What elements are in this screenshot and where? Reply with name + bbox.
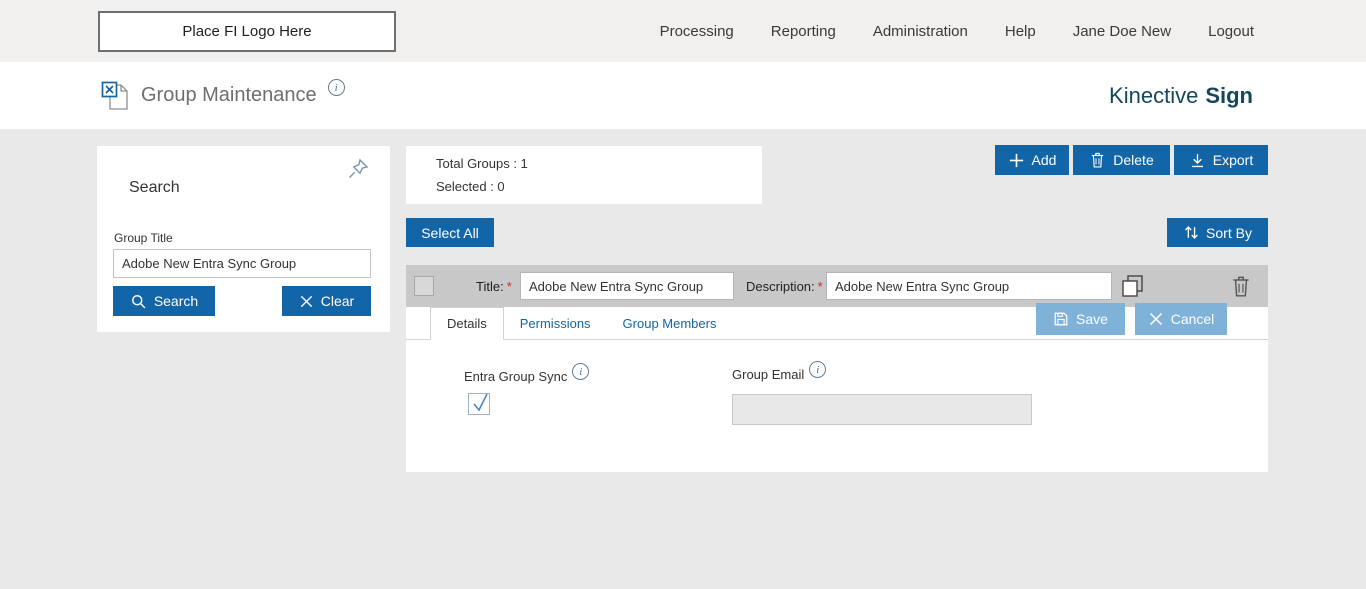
export-button[interactable]: Export — [1174, 145, 1268, 175]
cancel-button-label: Cancel — [1171, 311, 1215, 327]
selected-count-text: Selected : 0 — [436, 179, 505, 194]
delete-button-label: Delete — [1113, 152, 1153, 168]
trash-icon — [1230, 274, 1252, 298]
page-header: Group Maintenance i Kinective Sign — [0, 62, 1366, 129]
checkmark-icon — [471, 391, 491, 413]
brand-name: Kinective — [1109, 83, 1198, 109]
nav-item-administration[interactable]: Administration — [873, 23, 968, 40]
nav-item-user[interactable]: Jane Doe New — [1073, 23, 1171, 40]
group-detail-panel: Details Permissions Group Members Save C… — [406, 307, 1268, 472]
tab-details[interactable]: Details — [430, 307, 504, 340]
info-icon[interactable]: i — [328, 79, 345, 96]
clear-button[interactable]: Clear — [282, 286, 371, 316]
trash-icon — [1089, 151, 1106, 169]
group-row: Title:* Description:* — [406, 265, 1268, 307]
group-email-label: Group Email i — [732, 367, 826, 384]
group-maintenance-icon — [100, 80, 130, 112]
page-title: Group Maintenance — [141, 84, 317, 107]
group-actions-toolbar: Add Delete Export — [995, 145, 1268, 175]
tab-group-members[interactable]: Group Members — [607, 307, 733, 339]
copy-button[interactable] — [1120, 273, 1146, 299]
brand-logo: Kinective Sign — [1109, 62, 1253, 129]
copy-icon — [1120, 273, 1146, 299]
sort-icon — [1183, 224, 1199, 241]
tab-permissions[interactable]: Permissions — [504, 307, 607, 339]
group-title-label: Group Title — [114, 231, 173, 245]
close-icon — [1148, 311, 1164, 327]
nav-item-logout[interactable]: Logout — [1208, 23, 1254, 40]
save-icon — [1053, 311, 1069, 327]
fi-logo-placeholder: Place FI Logo Here — [98, 11, 396, 52]
row-delete-button[interactable] — [1230, 273, 1254, 299]
plus-icon — [1008, 152, 1025, 169]
main-area: Search Group Title Search Clear Total G — [0, 129, 1366, 589]
select-all-button[interactable]: Select All — [406, 218, 494, 247]
delete-button[interactable]: Delete — [1073, 145, 1170, 175]
search-button-label: Search — [154, 293, 198, 309]
add-button[interactable]: Add — [995, 145, 1069, 175]
row-checkbox[interactable] — [414, 276, 434, 296]
sort-by-label: Sort By — [1206, 225, 1252, 241]
total-groups-text: Total Groups : 1 — [436, 156, 528, 171]
brand-suffix: Sign — [1205, 83, 1253, 109]
required-marker: * — [507, 279, 512, 294]
required-marker: * — [818, 279, 823, 294]
group-email-input — [732, 394, 1032, 425]
search-button[interactable]: Search — [113, 286, 215, 316]
clear-button-label: Clear — [321, 293, 354, 309]
cancel-button[interactable]: Cancel — [1135, 303, 1227, 335]
description-label: Description:* — [746, 279, 823, 294]
pin-icon[interactable] — [346, 156, 372, 182]
description-input[interactable] — [826, 272, 1112, 300]
search-panel-title: Search — [129, 179, 180, 197]
save-button-label: Save — [1076, 311, 1108, 327]
group-title-input[interactable] — [113, 249, 371, 278]
summary-panel: Total Groups : 1 Selected : 0 — [406, 146, 762, 204]
add-button-label: Add — [1032, 152, 1057, 168]
entra-group-sync-checkbox[interactable] — [468, 393, 490, 415]
search-icon — [130, 293, 147, 310]
close-icon — [299, 294, 314, 309]
nav-item-help[interactable]: Help — [1005, 23, 1036, 40]
sort-by-button[interactable]: Sort By — [1167, 218, 1268, 247]
nav-item-reporting[interactable]: Reporting — [771, 23, 836, 40]
search-panel: Search Group Title Search Clear — [97, 146, 390, 332]
info-icon[interactable]: i — [809, 361, 826, 378]
nav-item-processing[interactable]: Processing — [660, 23, 734, 40]
export-button-label: Export — [1213, 152, 1253, 168]
top-nav: Processing Reporting Administration Help… — [660, 0, 1254, 62]
info-icon[interactable]: i — [572, 363, 589, 380]
top-bar: Place FI Logo Here Processing Reporting … — [0, 0, 1366, 62]
title-input[interactable] — [520, 272, 734, 300]
save-button[interactable]: Save — [1036, 303, 1125, 335]
entra-group-sync-label: Entra Group Sync i — [464, 369, 589, 386]
title-label: Title:* — [476, 279, 512, 294]
download-icon — [1189, 152, 1206, 169]
